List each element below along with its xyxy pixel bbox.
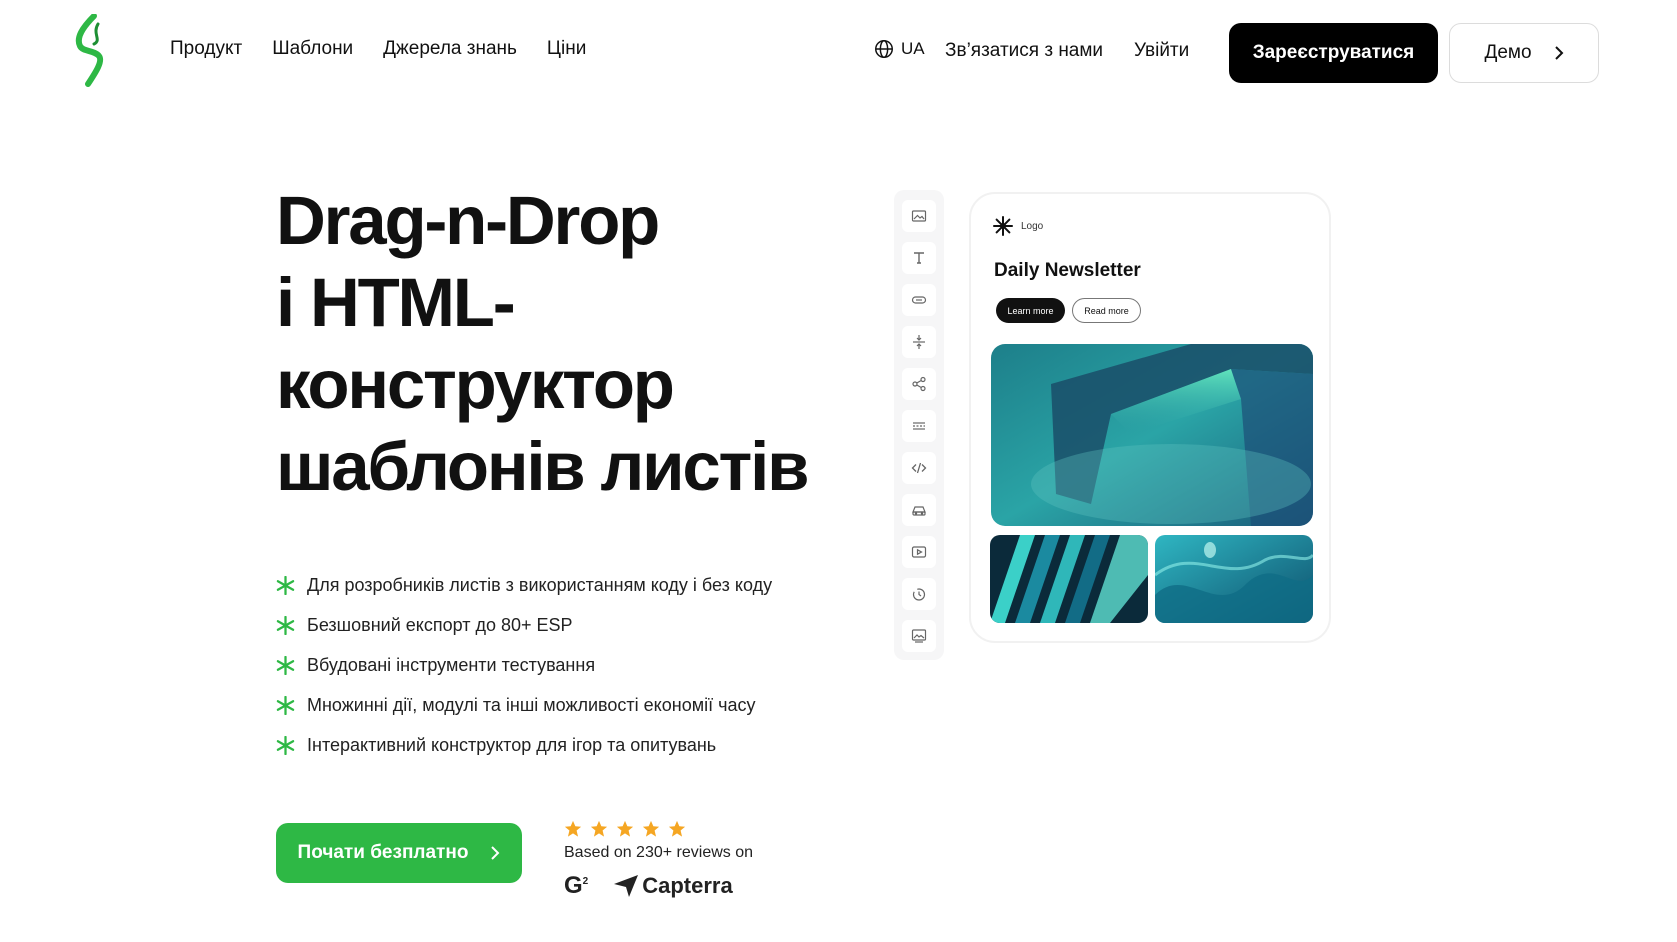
image-icon [911,210,927,222]
card-title: Daily Newsletter [994,260,1141,281]
timer-tool[interactable] [902,578,936,610]
menu-icon [912,506,926,516]
register-label: Зареєструватися [1252,42,1415,63]
asterisk-icon [276,575,295,595]
nav-pricing[interactable]: Ціни [547,38,586,60]
capterra-arrow-icon [614,875,639,897]
feature-item: Безшовний експорт до 80+ ESP [276,605,772,645]
g2-logo[interactable]: G2 [564,872,588,900]
read-more-button[interactable]: Read more [1072,298,1141,323]
contact-link[interactable]: Зв’язатися з нами [945,40,1103,62]
spacer-icon [913,335,925,349]
review-platforms: G2 Capterra [564,872,753,900]
chevron-right-icon [1554,46,1563,60]
demo-label: Демо [1484,42,1532,63]
reviews-block: Based on 230+ reviews on G2 Capterra [564,820,753,900]
learn-more-button[interactable]: Learn more [996,298,1065,323]
star-icon [590,820,608,837]
language-label: UA [901,39,925,58]
capterra-label: Capterra [642,873,733,898]
nav-resources[interactable]: Джерела знань [383,38,517,60]
feature-text: Множинні дії, модулі та інші можливості … [307,694,756,715]
social-icon [912,376,926,392]
reviews-text: Based on 230+ reviews on [564,844,754,861]
hero-title-line: і HTML- [276,264,516,341]
sparkle-logo-icon [993,216,1013,236]
editor-toolbar [894,190,944,660]
language-selector[interactable]: UA [873,38,925,60]
demo-button[interactable]: Демо [1449,23,1599,83]
asterisk-icon [276,615,295,635]
brand-logo[interactable] [72,14,112,88]
star-icon [564,820,582,837]
g2-sup: 2 [582,876,589,887]
feature-text: Безшовний експорт до 80+ ESP [307,614,573,635]
star-icon [616,820,634,837]
asterisk-icon [276,735,295,755]
asterisk-icon [276,655,295,675]
g2-label: G [564,872,583,899]
feature-text: Вбудовані інструменти тестування [307,654,596,675]
spacer-tool[interactable] [902,326,936,358]
login-link[interactable]: Увійти [1134,40,1189,62]
video-icon [911,546,927,558]
text-tool[interactable] [902,242,936,274]
star-icon [668,820,686,837]
card-logo-text: Logo [1021,220,1044,232]
register-button[interactable]: Зареєструватися [1229,23,1438,83]
capterra-logo[interactable]: Capterra [614,873,733,899]
divider-icon [913,422,925,430]
feature-text: Для розробників листів з використанням к… [307,574,773,595]
asterisk-icon [276,695,295,715]
feature-item: Для розробників листів з використанням к… [276,565,772,605]
feature-item: Множинні дії, модулі та інші можливості … [276,685,772,725]
main-nav: Продукт Шаблони Джерела знань Ціни [170,38,586,60]
globe-icon [875,40,893,58]
text-icon [914,252,924,264]
hero-title-line: шаблонів листів [276,428,810,505]
start-free-label: Почати безплатно [297,842,469,863]
card-thumb-image [1155,535,1313,623]
hero-title: Drag-n-Drop і HTML- конструктор шаблонів… [276,180,876,508]
hero-title-line: Drag-n-Drop [276,182,660,259]
feature-item: Вбудовані інструменти тестування [276,645,772,685]
chevron-right-icon [491,846,500,860]
banner-tool[interactable] [902,620,936,652]
card-thumb-image [990,535,1148,623]
image-tool[interactable] [902,200,936,232]
card-logo: Logo [993,216,1043,236]
start-free-button[interactable]: Почати безплатно [276,823,522,883]
button-icon [911,296,927,304]
feature-text: Інтерактивний конструктор для ігор та оп… [307,734,717,755]
nav-product[interactable]: Продукт [170,38,242,60]
banner-icon [911,629,927,643]
code-tool[interactable] [902,452,936,484]
card-main-image [991,344,1313,526]
nav-templates[interactable]: Шаблони [272,38,353,60]
feature-item: Інтерактивний конструктор для ігор та оп… [276,725,772,765]
menu-tool[interactable] [902,494,936,526]
video-tool[interactable] [902,536,936,568]
button-tool[interactable] [902,284,936,316]
email-preview-card: Logo Daily Newsletter Learn more Read mo… [969,192,1331,643]
site-header: Продукт Шаблони Джерела знань Ціни UA Зв… [0,0,1677,100]
feature-list: Для розробників листів з використанням к… [276,565,772,765]
rating-stars [564,820,753,838]
code-icon [911,462,927,474]
timer-icon [912,588,926,601]
star-icon [642,820,660,837]
social-tool[interactable] [902,368,936,400]
divider-tool[interactable] [902,410,936,442]
hero-title-line: конструктор [276,346,675,423]
